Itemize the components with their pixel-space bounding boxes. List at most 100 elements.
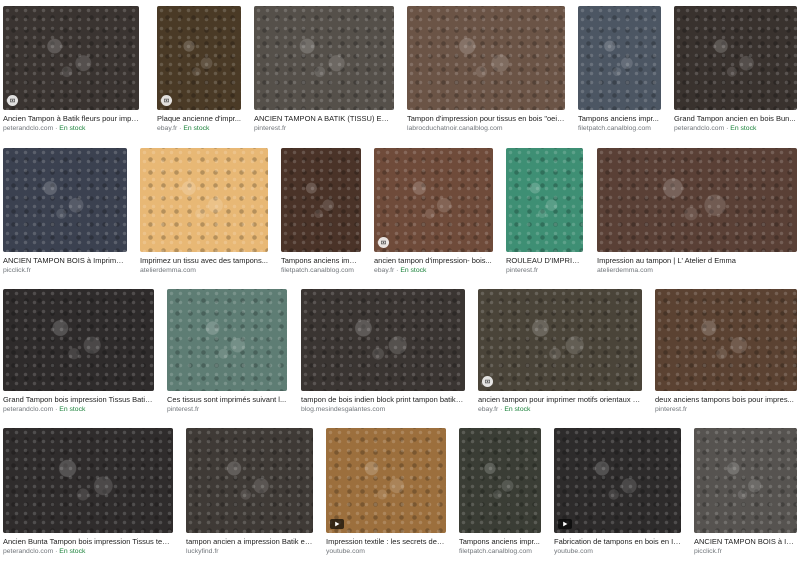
result-title[interactable]: Ces tissus sont imprimés suivant l...	[167, 395, 287, 404]
result-source: atelierdemma.com	[597, 267, 653, 274]
result-title[interactable]: ANCIEN TAMPON BOIS à Imprimer T...	[3, 256, 127, 265]
result-tile[interactable]: ancien tampon d'impression- bois... ebay.…	[374, 148, 493, 286]
result-title[interactable]: Impression au tampon | L' Atelier d Emma	[597, 256, 797, 265]
result-tile[interactable]: Grand Tampon ancien en bois Bun... petera…	[674, 6, 797, 144]
result-source-line: picclick.fr	[694, 548, 797, 556]
result-title[interactable]: ancien tampon pour imprimer motifs orien…	[478, 395, 642, 404]
result-title[interactable]: Ancien Bunta Tampon bois impression Tiss…	[3, 537, 173, 546]
result-title[interactable]: Grand Tampon bois impression Tissus Bati…	[3, 395, 154, 404]
result-source: picclick.fr	[694, 548, 722, 555]
result-thumbnail[interactable]	[478, 289, 642, 391]
result-title[interactable]: deux anciens tampons bois pour impres...	[655, 395, 797, 404]
result-title[interactable]: Tampons anciens impr...	[578, 114, 661, 123]
result-tile[interactable]: ANCIEN TAMPON BOIS à Im... picclick.fr	[694, 428, 797, 567]
result-title[interactable]: ANCIEN TAMPON A BATIK (TISSU) EN B...	[254, 114, 394, 123]
result-tile[interactable]: Impression au tampon | L' Atelier d Emma…	[597, 148, 797, 286]
result-thumbnail[interactable]	[3, 428, 173, 533]
result-thumbnail[interactable]	[374, 148, 493, 252]
result-thumbnail[interactable]	[407, 6, 565, 110]
result-tile[interactable]: Fabrication de tampons en bois en In... y…	[554, 428, 681, 567]
result-thumbnail[interactable]	[186, 428, 313, 533]
result-thumbnail[interactable]	[301, 289, 465, 391]
result-title[interactable]: ROULEAU D'IMPRIMERI...	[506, 256, 583, 265]
play-icon	[330, 519, 344, 529]
result-source: pinterest.fr	[655, 406, 688, 413]
result-tile[interactable]: Grand Tampon bois impression Tissus Bati…	[3, 289, 154, 425]
result-tile[interactable]: Ces tissus sont imprimés suivant l... pin…	[167, 289, 287, 425]
result-thumbnail[interactable]	[157, 6, 241, 110]
result-source: filetpatch.canalblog.com	[459, 548, 532, 555]
result-title[interactable]: ancien tampon d'impression- bois...	[374, 256, 493, 265]
result-source-line: atelierdemma.com	[597, 267, 797, 275]
result-tile[interactable]: Ancien Bunta Tampon bois impression Tiss…	[3, 428, 173, 567]
result-source-line: blog.mesindesgalantes.com	[301, 406, 465, 414]
result-title[interactable]: Plaque ancienne d'impr...	[157, 114, 241, 123]
result-source: picclick.fr	[3, 267, 31, 274]
result-source: pinterest.fr	[506, 267, 539, 274]
result-source: labrocduchatnoir.canalblog.com	[407, 125, 503, 132]
result-title[interactable]: tampon de bois indien block print tampon…	[301, 395, 465, 404]
result-title[interactable]: Imprimez un tissu avec des tampons...	[140, 256, 268, 265]
result-thumbnail[interactable]	[3, 6, 139, 110]
stamp-shape	[521, 170, 568, 229]
stamp-shape	[683, 311, 769, 368]
result-title[interactable]: ANCIEN TAMPON BOIS à Im...	[694, 537, 797, 546]
result-thumbnail[interactable]	[578, 6, 661, 110]
result-tile[interactable]: Tampon d'impression pour tissus en bois …	[407, 6, 565, 144]
result-source: luckyfind.fr	[186, 548, 219, 555]
result-thumbnail[interactable]	[597, 148, 797, 252]
result-source: peterandclo.com	[674, 125, 725, 132]
result-tile[interactable]: Tampons anciens impr... filetpatch.canalb…	[281, 148, 361, 286]
result-title[interactable]: Impression textile : les secrets de f...	[326, 537, 446, 546]
result-tile[interactable]: Impression textile : les secrets de f...…	[326, 428, 446, 567]
result-source-line: labrocduchatnoir.canalblog.com	[407, 125, 565, 133]
play-icon	[558, 519, 572, 529]
result-tile[interactable]: Plaque ancienne d'impr... ebay.fr · En st…	[157, 6, 241, 144]
result-source-line: peterandclo.com · En stock	[3, 548, 86, 555]
result-title[interactable]: tampon ancien a impression Batik et...	[186, 537, 313, 546]
result-thumbnail[interactable]	[554, 428, 681, 533]
result-tile[interactable]: ancien tampon pour imprimer motifs orien…	[478, 289, 642, 425]
result-tile[interactable]: deux anciens tampons bois pour impres...…	[655, 289, 797, 425]
result-title[interactable]: Tampons anciens impr...	[281, 256, 361, 265]
result-thumbnail[interactable]	[694, 428, 797, 533]
result-thumbnail[interactable]	[506, 148, 583, 252]
result-source: ebay.fr	[374, 267, 395, 274]
result-tile[interactable]: tampon ancien a impression Batik et... lu…	[186, 428, 313, 567]
result-thumbnail[interactable]	[254, 6, 394, 110]
result-thumbnail[interactable]	[140, 148, 268, 252]
stock-status: En stock	[400, 267, 427, 274]
image-badge-icon	[7, 95, 18, 106]
result-thumbnail[interactable]	[326, 428, 446, 533]
result-source: peterandclo.com	[3, 548, 54, 555]
image-badge-icon	[378, 237, 389, 248]
result-tile[interactable]: Tampons anciens impr... filetpatch.canalb…	[459, 428, 541, 567]
result-tile[interactable]: Tampons anciens impr... filetpatch.canalb…	[578, 6, 661, 144]
result-thumbnail[interactable]	[655, 289, 797, 391]
result-source-line: filetpatch.canalblog.com	[578, 125, 661, 133]
result-tile[interactable]: Imprimez un tissu avec des tampons... ate…	[140, 148, 268, 286]
result-thumbnail[interactable]	[459, 428, 541, 533]
result-thumbnail[interactable]	[674, 6, 797, 110]
result-tile[interactable]: ROULEAU D'IMPRIMERI... pinterest.fr	[506, 148, 583, 286]
result-title[interactable]: Ancien Tampon à Batik fleurs pour impre.…	[3, 114, 139, 123]
result-title[interactable]: Tampons anciens impr...	[459, 537, 541, 546]
result-tile[interactable]: ANCIEN TAMPON A BATIK (TISSU) EN B... pin…	[254, 6, 394, 144]
result-thumbnail[interactable]	[281, 148, 361, 252]
result-title[interactable]: Tampon d'impression pour tissus en bois …	[407, 114, 565, 123]
result-tile[interactable]: ANCIEN TAMPON BOIS à Imprimer T... piccli…	[3, 148, 127, 286]
result-thumbnail[interactable]	[167, 289, 287, 391]
result-source-line: ebay.fr · En stock	[157, 125, 210, 132]
result-title[interactable]: Fabrication de tampons en bois en In...	[554, 537, 681, 546]
stock-status: En stock	[183, 125, 210, 132]
result-thumbnail[interactable]	[3, 289, 154, 391]
result-title[interactable]: Grand Tampon ancien en bois Bun...	[674, 114, 797, 123]
result-tile[interactable]: Ancien Tampon à Batik fleurs pour impre.…	[3, 6, 139, 144]
result-tile[interactable]: tampon de bois indien block print tampon…	[301, 289, 465, 425]
result-source-line: peterandclo.com · En stock	[3, 406, 86, 413]
result-thumbnail[interactable]	[3, 148, 127, 252]
result-source-line: filetpatch.canalblog.com	[459, 548, 541, 556]
stock-status: En stock	[59, 406, 86, 413]
result-source-line: ebay.fr · En stock	[478, 406, 531, 413]
stock-status: En stock	[504, 406, 531, 413]
